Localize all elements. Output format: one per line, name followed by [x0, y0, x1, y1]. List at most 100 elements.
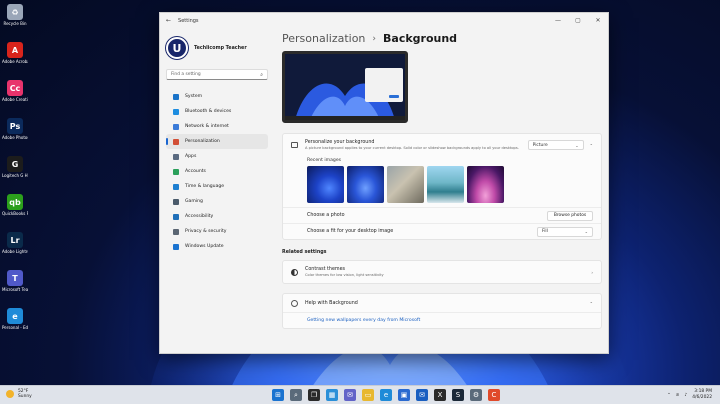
desktop-icon-label: Adobe Acrobat DC	[2, 59, 28, 64]
recent-image-thumb[interactable]	[307, 166, 344, 203]
desktop-icon-label: Adobe Photosh...	[2, 135, 28, 140]
taskbar: 52°F Sunny ⊞ ⌕ ❐ ▦ ✉ ▭ e ▣ ✉ X S ⚙ C ⌃ ≋ ♪ 3:18 PM 4…	[0, 385, 720, 404]
desktop-icon[interactable]: ePersonal - Edge	[2, 308, 28, 330]
taskbar-xbox-icon[interactable]: X	[434, 389, 446, 401]
background-card: Personalize your background A picture ba…	[282, 133, 602, 240]
clock[interactable]: 3:18 PM 4/6/2022	[692, 389, 712, 401]
sidebar: U Techlicomp Teacher Find a setting ⌕ Sy…	[160, 28, 274, 353]
background-type-value: Picture	[532, 142, 548, 148]
desktop-icon-label: Logitech G HUB	[2, 173, 28, 178]
taskbar-camtasia-icon[interactable]: C	[488, 389, 500, 401]
preview-dialog	[365, 68, 403, 102]
title-bar: ← Settings — ▢ ✕	[160, 13, 608, 28]
desktop-app-icon: Ps	[7, 118, 23, 134]
taskbar-search-icon[interactable]: ⌕	[290, 389, 302, 401]
user-profile[interactable]: U Techlicomp Teacher	[166, 37, 268, 59]
sidebar-item-time-language[interactable]: Time & language	[166, 179, 268, 194]
desktop-icon[interactable]: LrAdobe Lightroo...	[2, 232, 28, 254]
recent-images-list	[307, 166, 593, 203]
help-left: Help with Background	[291, 299, 358, 307]
recent-image-thumb[interactable]	[427, 166, 464, 203]
back-arrow-icon[interactable]: ←	[166, 17, 171, 24]
desktop-icon[interactable]: ♻ Recycle Bin	[2, 4, 28, 26]
contrast-themes-row[interactable]: Contrast themes Color themes for low vis…	[283, 261, 601, 283]
fit-dropdown[interactable]: Fill ⌄	[537, 226, 593, 237]
sidebar-nav: System Bluetooth & devices Network & inter…	[166, 89, 268, 254]
recent-image-thumb[interactable]	[467, 166, 504, 203]
browse-photos-button[interactable]: Browse photos	[547, 210, 593, 221]
desktop-app-icon: qb	[7, 194, 23, 210]
sidebar-item-windows-update[interactable]: Windows Update	[166, 239, 268, 254]
desktop-icon[interactable]: GLogitech G HUB	[2, 156, 28, 178]
sidebar-item-accounts[interactable]: Accounts	[166, 164, 268, 179]
recent-image-thumb[interactable]	[387, 166, 424, 203]
sidebar-item-privacy-security[interactable]: Privacy & security	[166, 224, 268, 239]
desktop-app-icon: G	[7, 156, 23, 172]
picture-icon	[291, 142, 298, 148]
choose-photo-row: Choose a photo Browse photos	[283, 207, 601, 223]
contrast-icon	[291, 268, 298, 276]
sidebar-item-icon	[173, 183, 179, 190]
desktop-app-icon: e	[7, 308, 23, 324]
sidebar-item-label: Time & language	[185, 184, 225, 189]
taskbar-store-icon[interactable]: ▣	[398, 389, 410, 401]
related-settings-title: Related settings	[282, 250, 327, 255]
desktop-icon[interactable]: qbQuickBooks Pro Plus 2021	[2, 194, 28, 216]
sidebar-item-bluetooth-devices[interactable]: Bluetooth & devices	[166, 104, 268, 119]
help-row[interactable]: Help with Background ⌃	[283, 294, 601, 312]
personalize-title: Personalize your background	[305, 140, 375, 145]
minimize-button[interactable]: —	[548, 13, 568, 28]
desktop-icon[interactable]: AAdobe Acrobat DC	[2, 42, 28, 64]
profile-name: Techlicomp Teacher	[194, 45, 247, 51]
recent-image-thumb[interactable]	[347, 166, 384, 203]
taskbar-edge-icon[interactable]: e	[380, 389, 392, 401]
sidebar-item-system[interactable]: System	[166, 89, 268, 104]
page-title: Background	[383, 32, 458, 45]
taskbar-start-icon[interactable]: ⊞	[272, 389, 284, 401]
sidebar-item-personalization[interactable]: Personalization	[166, 134, 268, 149]
chevron-up-icon[interactable]: ⌃	[667, 393, 671, 398]
sidebar-item-label: Accounts	[185, 169, 206, 174]
weather-widget[interactable]: 52°F Sunny	[6, 389, 32, 399]
sidebar-item-network-internet[interactable]: Network & internet	[166, 119, 268, 134]
sidebar-item-gaming[interactable]: Gaming	[166, 194, 268, 209]
help-card: Help with Background ⌃ Getting new wallp…	[282, 293, 602, 329]
help-title: Help with Background	[305, 300, 358, 306]
sidebar-item-accessibility[interactable]: Accessibility	[166, 209, 268, 224]
taskbar-mail-icon[interactable]: ✉	[416, 389, 428, 401]
contrast-themes-card[interactable]: Contrast themes Color themes for low vis…	[282, 260, 602, 284]
search-input[interactable]: Find a setting ⌕	[166, 69, 268, 80]
sidebar-item-label: Accessibility	[185, 214, 214, 219]
wallpaper-help-link[interactable]: Getting new wallpapers every day from Mi…	[283, 312, 601, 328]
sidebar-item-icon	[173, 168, 179, 175]
taskbar-chat-icon[interactable]: ✉	[344, 389, 356, 401]
maximize-button[interactable]: ▢	[568, 13, 588, 28]
personalize-row: Personalize your background A picture ba…	[283, 134, 601, 156]
taskbar-file-explorer-icon[interactable]: ▭	[362, 389, 374, 401]
desktop-icon[interactable]: TMicrosoft Teams (wo...	[2, 270, 28, 292]
background-type-dropdown[interactable]: Picture ⌄	[527, 140, 584, 150]
recent-images-title: Recent images	[307, 158, 342, 163]
sidebar-item-apps[interactable]: Apps	[166, 149, 268, 164]
choose-fit-row: Choose a fit for your desktop image Fill…	[283, 223, 601, 239]
system-tray: ⌃ ≋ ♪ 3:18 PM 4/6/2022	[667, 389, 712, 401]
taskbar-settings-icon[interactable]: ⚙	[470, 389, 482, 401]
taskbar-task-view-icon[interactable]: ❐	[308, 389, 320, 401]
chevron-up-icon[interactable]: ⌃	[590, 143, 593, 148]
volume-icon[interactable]: ♪	[684, 393, 687, 398]
desktop-icon-label: Personal - Edge	[2, 325, 28, 330]
close-button[interactable]: ✕	[588, 13, 608, 28]
wifi-icon[interactable]: ≋	[676, 393, 680, 398]
breadcrumb-parent[interactable]: Personalization	[282, 32, 365, 45]
sidebar-item-label: System	[185, 94, 203, 99]
chevron-up-icon[interactable]: ⌃	[590, 301, 593, 306]
taskbar-widgets-icon[interactable]: ▦	[326, 389, 338, 401]
sidebar-item-icon	[173, 153, 179, 160]
contrast-text: Contrast themes Color themes for low vis…	[305, 267, 384, 277]
sidebar-item-label: Network & internet	[185, 124, 229, 129]
sidebar-item-icon	[173, 138, 179, 145]
taskbar-steam-icon[interactable]: S	[452, 389, 464, 401]
desktop-app-icon: T	[7, 270, 23, 286]
desktop-icon[interactable]: PsAdobe Photosh...	[2, 118, 28, 140]
desktop-icon[interactable]: CcAdobe Creati...	[2, 80, 28, 102]
